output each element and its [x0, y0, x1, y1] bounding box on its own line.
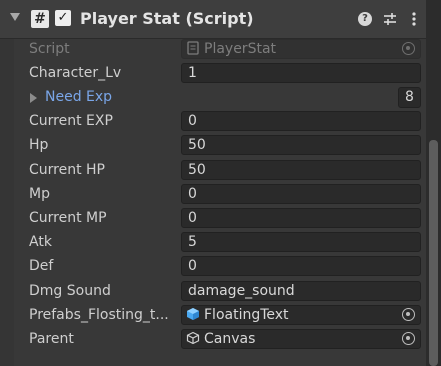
field-label: Current EXP	[29, 113, 113, 129]
parent-value: Canvas	[204, 331, 256, 347]
field-label: Current MP	[29, 210, 107, 226]
field-row-script: Script PlayerStat	[0, 38, 426, 62]
field-label: Prefabs_Flosting_t...	[29, 307, 169, 323]
field-label: Mp	[29, 186, 50, 202]
def-input[interactable]: 0	[181, 256, 421, 276]
field-label: Parent	[29, 331, 74, 347]
triangle-right-icon[interactable]	[30, 93, 37, 103]
kebab-menu-icon[interactable]	[405, 8, 423, 30]
field-row-need-exp: Need Exp 8	[0, 86, 426, 110]
script-hash-icon: #	[31, 10, 49, 28]
field-row-prefabs: Prefabs_Flosting_t... FloatingText	[0, 304, 426, 328]
prefabs-value: FloatingText	[204, 307, 289, 323]
mp-input[interactable]: 0	[181, 184, 421, 204]
current-hp-input[interactable]: 50	[181, 160, 421, 180]
component-title: Player Stat (Script)	[80, 9, 254, 28]
field-label: Script	[29, 41, 70, 57]
current-exp-input[interactable]: 0	[181, 111, 421, 131]
field-row-current-exp: Current EXP 0	[0, 110, 426, 134]
script-value: PlayerStat	[204, 41, 277, 57]
field-label: Character_Lv	[29, 65, 122, 81]
field-row-mp: Mp 0	[0, 183, 426, 207]
script-reference-field: PlayerStat	[181, 39, 421, 59]
scrollbar-thumb[interactable]	[429, 140, 438, 366]
gameobject-cube-icon	[186, 331, 200, 345]
current-mp-input[interactable]: 0	[181, 208, 421, 228]
prefab-cube-icon	[187, 308, 199, 320]
field-row-parent: Parent Canvas	[0, 328, 426, 352]
component-enabled-checkbox[interactable]: ✓	[55, 10, 71, 26]
triangle-down-icon[interactable]	[10, 13, 20, 21]
object-picker-icon[interactable]	[402, 308, 415, 321]
field-row-hp: Hp 50	[0, 134, 426, 158]
script-file-icon	[187, 41, 199, 55]
component-header[interactable]: # ✓ Player Stat (Script) ?	[0, 0, 426, 39]
need-exp-foldout[interactable]: Need Exp	[45, 89, 193, 105]
field-row-current-hp: Current HP 50	[0, 159, 426, 183]
field-label: Hp	[29, 137, 49, 153]
field-label: Def	[29, 258, 54, 274]
dmg-sound-input[interactable]: damage_sound	[181, 281, 421, 301]
prefabs-object-field[interactable]: FloatingText	[181, 305, 421, 325]
presets-sliders-icon[interactable]	[381, 8, 399, 30]
field-row-dmg-sound: Dmg Sound damage_sound	[0, 280, 426, 304]
field-row-current-mp: Current MP 0	[0, 207, 426, 231]
character-lv-input[interactable]: 1	[181, 63, 421, 83]
field-row-def: Def 0	[0, 255, 426, 279]
field-label: Current HP	[29, 162, 106, 178]
hp-input[interactable]: 50	[181, 135, 421, 155]
object-picker-icon[interactable]	[402, 332, 415, 345]
field-label: Dmg Sound	[29, 283, 111, 299]
vertical-scrollbar[interactable]	[426, 0, 441, 366]
parent-object-field[interactable]: Canvas	[181, 329, 421, 349]
atk-input[interactable]: 5	[181, 232, 421, 252]
field-row-character-lv: Character_Lv 1	[0, 62, 426, 86]
field-label: Atk	[29, 234, 52, 250]
help-icon[interactable]: ?	[356, 8, 374, 30]
need-exp-array-size[interactable]: 8	[398, 87, 421, 108]
field-row-atk: Atk 5	[0, 231, 426, 255]
object-picker-icon	[402, 42, 415, 55]
